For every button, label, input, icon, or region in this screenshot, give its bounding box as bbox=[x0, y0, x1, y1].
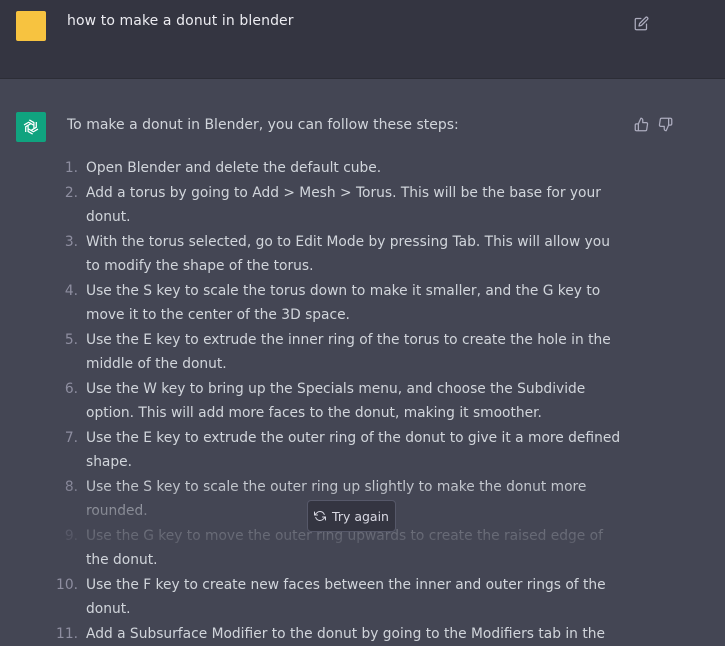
step-number: 2. bbox=[56, 181, 78, 206]
step-item: 4. Use the S key to scale the torus down … bbox=[56, 279, 626, 328]
user-message-text: how to make a donut in blender bbox=[67, 13, 294, 29]
step-item: 7. Use the E key to extrude the outer rin… bbox=[56, 426, 626, 475]
step-item: 10. Use the F key to create new faces bet… bbox=[56, 573, 626, 622]
step-number: 6. bbox=[56, 377, 78, 402]
step-item: 1. Open Blender and delete the default cu… bbox=[56, 156, 626, 181]
step-number: 9. bbox=[56, 524, 78, 549]
user-avatar bbox=[16, 11, 46, 41]
assistant-message: To make a donut in Blender, you can foll… bbox=[0, 79, 725, 546]
try-again-label: Try again bbox=[332, 509, 389, 524]
step-text: Use the E key to extrude the outer ring … bbox=[86, 430, 620, 471]
step-item: 3. With the torus selected, go to Edit Mo… bbox=[56, 230, 626, 279]
step-number: 11. bbox=[56, 622, 78, 646]
refresh-icon bbox=[314, 510, 326, 522]
step-text: Use the S key to scale the torus down to… bbox=[86, 283, 600, 324]
step-text: Use the W key to bring up the Specials m… bbox=[86, 381, 585, 422]
step-text: Use the G key to move the outer ring upw… bbox=[86, 528, 603, 569]
assistant-intro: To make a donut in Blender, you can foll… bbox=[67, 117, 459, 133]
step-item: 6. Use the W key to bring up the Specials… bbox=[56, 377, 626, 426]
step-text: Add a torus by going to Add > Mesh > Tor… bbox=[86, 185, 601, 226]
edit-icon[interactable] bbox=[634, 16, 649, 31]
step-item: 2. Add a torus by going to Add > Mesh > T… bbox=[56, 181, 626, 230]
step-item: 5. Use the E key to extrude the inner rin… bbox=[56, 328, 626, 377]
step-number: 3. bbox=[56, 230, 78, 255]
feedback-buttons bbox=[634, 117, 673, 132]
step-number: 4. bbox=[56, 279, 78, 304]
step-number: 8. bbox=[56, 475, 78, 500]
step-text: Use the E key to extrude the inner ring … bbox=[86, 332, 611, 373]
thumbs-up-icon[interactable] bbox=[634, 117, 649, 132]
try-again-button[interactable]: Try again bbox=[307, 500, 396, 532]
step-number: 7. bbox=[56, 426, 78, 451]
step-number: 1. bbox=[56, 156, 78, 181]
user-message: how to make a donut in blender bbox=[0, 0, 725, 79]
openai-logo-icon bbox=[21, 117, 41, 137]
step-text: Open Blender and delete the default cube… bbox=[86, 160, 381, 176]
thumbs-down-icon[interactable] bbox=[658, 117, 673, 132]
step-text: With the torus selected, go to Edit Mode… bbox=[86, 234, 610, 275]
step-text: Add a Subsurface Modifier to the donut b… bbox=[86, 626, 605, 642]
assistant-avatar bbox=[16, 112, 46, 142]
step-number: 5. bbox=[56, 328, 78, 353]
steps-list: 1. Open Blender and delete the default cu… bbox=[56, 156, 626, 646]
step-number: 10. bbox=[56, 573, 78, 598]
step-item: 11. Add a Subsurface Modifier to the donu… bbox=[56, 622, 626, 646]
step-text: Use the F key to create new faces betwee… bbox=[86, 577, 606, 618]
